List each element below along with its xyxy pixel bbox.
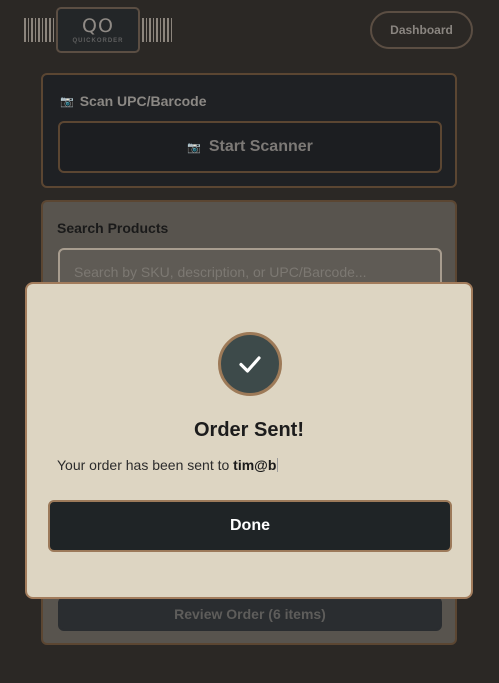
review-order-button[interactable]: Review Order (6 items)	[58, 597, 442, 631]
camera-icon: 📷	[187, 141, 201, 154]
scan-panel: 📷 Scan UPC/Barcode 📷 Start Scanner	[41, 73, 457, 188]
app-header: QO QUICKORDER Dashboard	[0, 0, 499, 60]
checkmark-icon	[218, 332, 282, 396]
modal-message: Your order has been sent to tim@b	[57, 457, 279, 473]
order-sent-modal: Order Sent! Your order has been sent to …	[25, 282, 473, 599]
text-cursor	[277, 458, 279, 472]
scan-title: 📷 Scan UPC/Barcode	[60, 93, 207, 109]
logo-mark: QO	[82, 14, 114, 37]
search-placeholder: Search by SKU, description, or UPC/Barco…	[74, 264, 367, 280]
start-scanner-label: Start Scanner	[208, 138, 313, 155]
dashboard-button[interactable]: Dashboard	[370, 11, 473, 49]
start-scanner-button[interactable]: 📷 Start Scanner	[58, 121, 442, 173]
logo-badge: QO QUICKORDER	[56, 7, 140, 53]
search-title: Search Products	[57, 220, 169, 236]
recipient-email: tim@b	[233, 457, 277, 473]
camera-icon: 📷	[60, 95, 74, 108]
logo-subtitle: QUICKORDER	[72, 37, 124, 44]
barcode-right-icon	[142, 18, 172, 42]
modal-message-text: Your order has been sent to	[57, 457, 234, 473]
modal-title: Order Sent!	[193, 419, 305, 441]
scan-title-label: Scan UPC/Barcode	[79, 93, 207, 109]
logo: QO QUICKORDER	[24, 7, 172, 53]
done-button[interactable]: Done	[48, 500, 452, 552]
barcode-left-icon	[24, 18, 54, 42]
